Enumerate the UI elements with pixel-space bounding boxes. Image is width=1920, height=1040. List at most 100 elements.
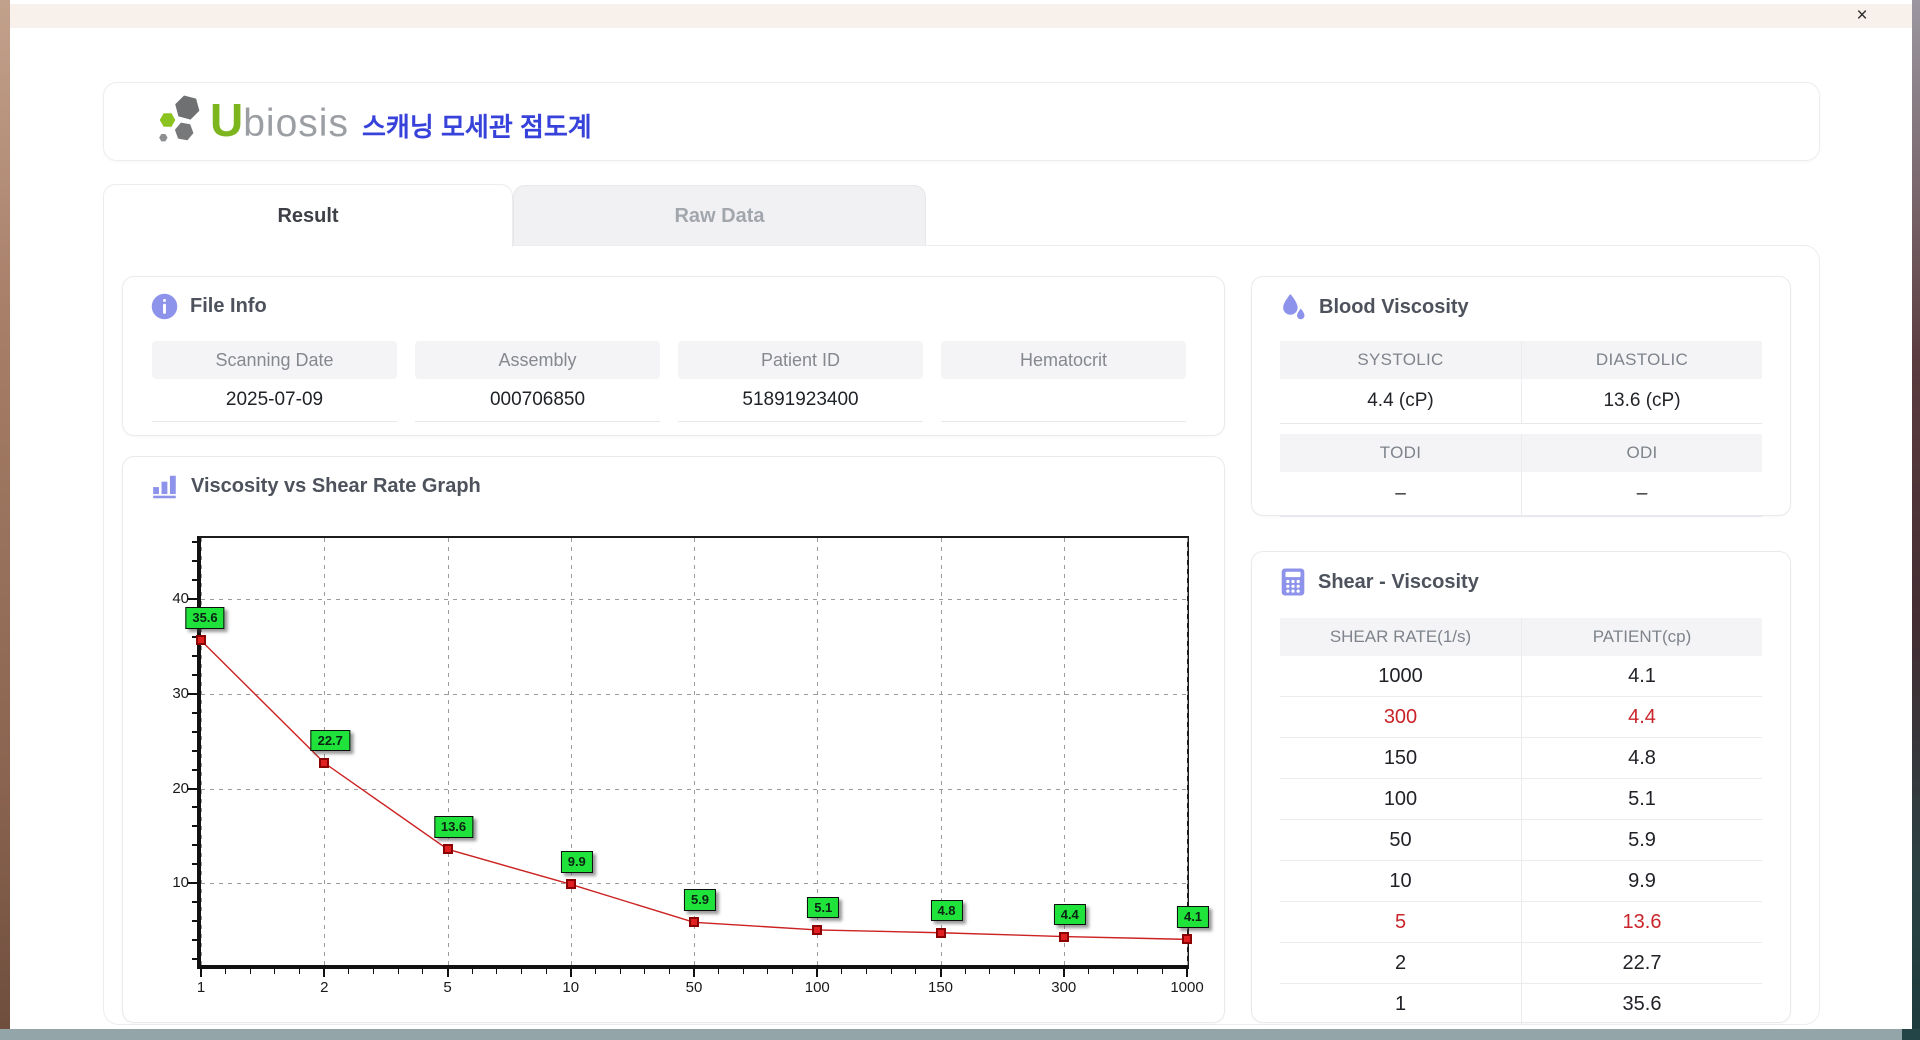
x-minor-tick-mark	[274, 969, 276, 974]
table-body: 1000 4.1 300 4.4 150 4.8 100 5.1 50 5.9 10 9.9 5 13.6…	[1280, 656, 1762, 1025]
taskbar-corner	[1902, 1029, 1920, 1040]
x-minor-tick-mark	[841, 969, 843, 974]
x-tick-label: 300	[1051, 979, 1077, 996]
table-row: 1 35.6	[1280, 984, 1762, 1025]
x-minor-tick-mark	[520, 969, 522, 974]
data-point-label: 4.8	[930, 899, 963, 922]
cell-shear-rate: 50	[1389, 828, 1412, 851]
x-tick-mark	[939, 969, 942, 977]
data-point-label: 35.6	[185, 607, 225, 630]
x-tick-label: 1000	[1170, 979, 1204, 996]
droplets-icon	[1283, 294, 1305, 320]
graph-panel: Viscosity vs Shear Rate Graph 10 20 30 40 1 2…	[122, 456, 1225, 1023]
logo-word-biosis: biosis	[243, 102, 349, 145]
y-tick-mark	[192, 540, 197, 543]
x-tick-label: 2	[320, 979, 329, 996]
data-point-label: 4.1	[1176, 906, 1210, 928]
x-minor-tick-mark	[619, 969, 621, 974]
y-tick-mark	[192, 654, 197, 657]
x-minor-tick-mark	[225, 969, 227, 974]
shear-viscosity-panel: Shear - Viscosity SHEAR RATE(1/s) PATIEN…	[1251, 551, 1791, 1025]
metric-value: –	[1521, 472, 1762, 517]
y-tick-label: 30	[172, 684, 189, 702]
y-tick-mark	[188, 692, 197, 695]
x-tick-mark	[816, 969, 819, 977]
x-minor-tick-mark	[718, 969, 720, 974]
x-minor-tick-mark	[422, 969, 424, 974]
cell-patient-viscosity: 4.8	[1521, 738, 1762, 778]
metric-label: SYSTOLIC	[1280, 341, 1521, 379]
x-tick-label: 5	[443, 979, 452, 996]
shear-viscosity-title: Shear - Viscosity	[1318, 570, 1479, 593]
x-minor-tick-mark	[964, 969, 966, 974]
x-minor-tick-mark	[594, 969, 596, 974]
file-info-fields: Scanning Date 2025-07-09 Assembly 000706850…	[152, 341, 1186, 422]
y-tick-mark	[192, 559, 197, 562]
x-tick-label: 150	[927, 979, 954, 996]
blood-viscosity-panel: Blood Viscosity SYSTOLIC DIASTOLIC 4.4 (cP…	[1251, 276, 1791, 517]
ubiosis-logo: Ubiosis	[156, 94, 349, 146]
y-tick-mark	[192, 578, 197, 581]
metric-value: 4.4 (cP)	[1280, 379, 1521, 424]
cell-shear-rate: 1	[1394, 992, 1407, 1015]
cell-patient-viscosity: 9.9	[1521, 861, 1762, 901]
y-tick-mark	[192, 920, 197, 923]
x-tick-mark	[446, 969, 449, 977]
table-row: 10 9.9	[1280, 861, 1762, 902]
y-tick-mark	[192, 806, 197, 809]
data-point-marker	[1058, 931, 1069, 942]
y-tick-mark	[192, 673, 197, 676]
data-point-marker	[196, 635, 206, 646]
metric-value: –	[1280, 472, 1521, 517]
x-minor-tick-mark	[249, 969, 251, 974]
desktop-edge-left	[0, 0, 10, 1040]
metric-value: 13.6 (cP)	[1521, 379, 1762, 424]
app-window: × Ubiosis 스캐닝 모세관 점도계 Result Raw Data Fi…	[10, 4, 1912, 1029]
tab-raw-data[interactable]: Raw Data	[513, 185, 926, 246]
blood-viscosity-metrics: SYSTOLIC DIASTOLIC 4.4 (cP) 13.6 (cP) TODI OD…	[1280, 341, 1762, 527]
data-point-marker	[935, 927, 946, 938]
x-minor-tick-mark	[890, 969, 892, 974]
ubiosis-logo-icon	[159, 95, 200, 142]
x-minor-tick-mark	[1161, 969, 1163, 974]
cell-patient-viscosity: 5.9	[1521, 820, 1762, 860]
x-tick-label: 1	[196, 979, 206, 996]
x-tick-mark	[1062, 969, 1065, 977]
x-minor-tick-mark	[1087, 969, 1089, 974]
table-row: 50 5.9	[1280, 820, 1762, 861]
metric-label: ODI	[1521, 434, 1762, 472]
y-tick-mark	[192, 844, 197, 847]
blood-viscosity-title: Blood Viscosity	[1319, 296, 1469, 318]
table-header-row: SHEAR RATE(1/s) PATIENT(cp)	[1280, 618, 1762, 656]
x-tick-mark	[1186, 969, 1188, 977]
taskbar-strip	[0, 1029, 1920, 1040]
x-gridline	[1187, 538, 1188, 965]
x-minor-tick-mark	[373, 969, 375, 974]
x-minor-tick-mark	[989, 969, 991, 974]
y-tick-mark	[188, 882, 197, 885]
app-title: 스캐닝 모세관 점도계	[362, 112, 592, 142]
cell-shear-rate: 1000	[1378, 664, 1423, 687]
file-info-header: File Info	[151, 293, 267, 320]
tab-result[interactable]: Result	[103, 184, 513, 247]
y-tick-mark	[192, 749, 197, 752]
data-point-marker	[689, 917, 699, 928]
file-info-field: Scanning Date 2025-07-09	[152, 341, 397, 422]
metric-label: DIASTOLIC	[1521, 341, 1762, 379]
data-point-marker	[1182, 934, 1192, 945]
y-tick-mark	[192, 958, 197, 961]
shear-viscosity-header: Shear - Viscosity	[1280, 568, 1479, 596]
graph-title: Viscosity vs Shear Rate Graph	[191, 474, 481, 497]
x-tick-mark	[569, 969, 572, 977]
x-minor-tick-mark	[644, 969, 646, 974]
field-label: Hematocrit	[941, 341, 1186, 379]
file-info-field: Patient ID 51891923400	[678, 341, 923, 422]
close-icon[interactable]: ×	[1850, 5, 1874, 27]
cell-shear-rate: 5	[1394, 910, 1407, 933]
data-point-label: 5.1	[807, 896, 840, 919]
x-minor-tick-mark	[545, 969, 547, 974]
cell-patient-viscosity: 4.1	[1521, 656, 1762, 696]
data-point-label: 22.7	[310, 729, 350, 752]
info-icon	[151, 293, 178, 320]
y-tick-mark	[188, 787, 197, 790]
